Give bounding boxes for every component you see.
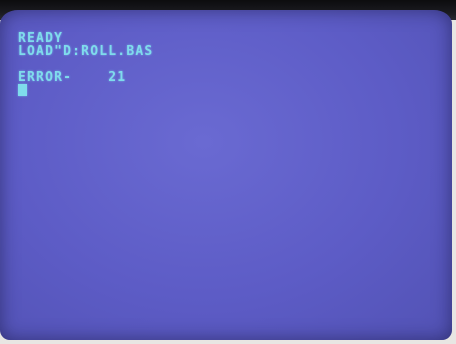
text-cursor[interactable] [18, 84, 27, 96]
load-command-line: LOAD"D:ROLL.BAS [18, 44, 154, 59]
terminal-output: READY LOAD"D:ROLL.BAS ERROR- 21 [18, 32, 153, 97]
error-message-line: ERROR- 21 [18, 70, 127, 85]
crt-monitor: READY LOAD"D:ROLL.BAS ERROR- 21 [0, 0, 456, 344]
terminal-screen[interactable]: READY LOAD"D:ROLL.BAS ERROR- 21 [0, 10, 452, 340]
cursor-line [18, 84, 153, 97]
